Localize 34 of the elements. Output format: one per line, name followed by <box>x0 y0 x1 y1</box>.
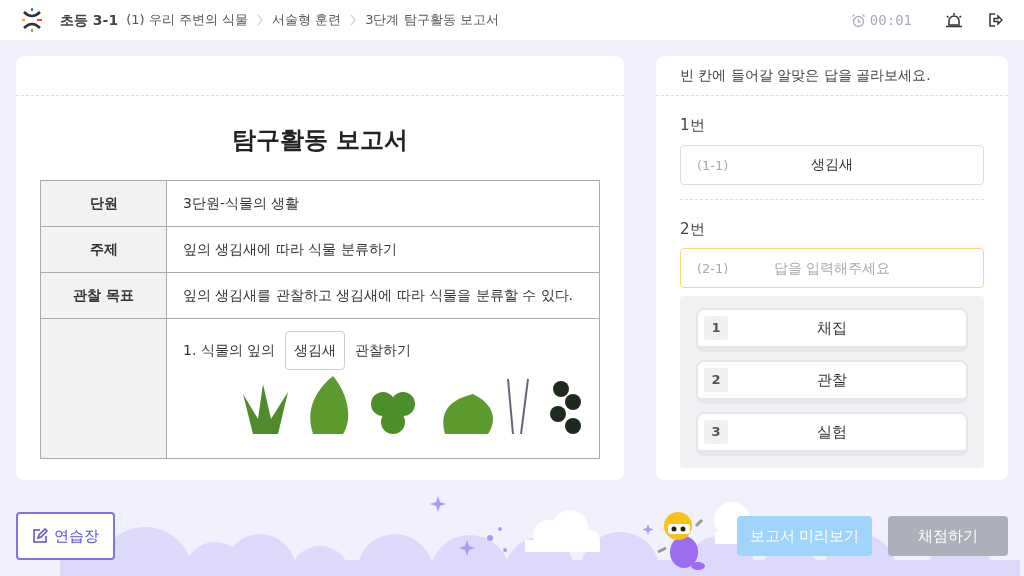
report-title: 탐구활동 보고서 <box>230 125 410 156</box>
blank-answer: 생김새 <box>285 331 346 370</box>
alarm-clock-icon <box>850 12 866 28</box>
edit-icon <box>32 528 48 544</box>
field-number: (1-1) <box>697 156 729 175</box>
breadcrumb-item[interactable]: (1) 우리 주변의 식물 <box>126 10 248 30</box>
siren-icon[interactable] <box>944 12 964 28</box>
option-number: 1 <box>704 316 728 340</box>
table-cell: 잎의 생김새에 따라 식물 분류하기 <box>166 226 600 273</box>
option-button[interactable]: 2 관찰 <box>696 360 968 404</box>
breadcrumb-item[interactable]: 3단계 탐구활동 보고서 <box>365 10 499 30</box>
grade-label: 초등 3-1 <box>60 10 119 30</box>
exit-icon[interactable] <box>988 12 1004 28</box>
table-cell: 잎의 생김새를 관찰하고 생김새에 따라 식물을 분류할 수 있다. <box>166 272 600 319</box>
chevron-icon <box>349 14 358 26</box>
question-label: 2번 <box>679 218 706 240</box>
notebook-button[interactable]: 연습장 <box>16 512 115 560</box>
question-label: 1번 <box>679 115 706 136</box>
breadcrumb-item[interactable]: 서술형 훈련 <box>272 10 342 30</box>
chevron-icon <box>256 14 264 26</box>
option-number: 3 <box>704 420 728 444</box>
observation-text: 관찰하기 <box>355 341 412 360</box>
option-button[interactable]: 3 실험 <box>696 412 968 456</box>
timer-text: 00:01 <box>869 10 912 30</box>
option-button[interactable]: 1 채집 <box>696 308 968 352</box>
observation-text: 1. 식물의 잎의 <box>183 341 276 360</box>
table-cell: 3단원-식물의 생활 <box>166 180 600 227</box>
field-number: (2-1) <box>697 260 729 278</box>
option-number: 2 <box>704 368 728 392</box>
table-header-cell: 관찰 목표 <box>40 272 167 319</box>
table-header-cell: 주제 <box>40 226 167 273</box>
table-header-cell: 단원 <box>40 180 167 227</box>
logo-icon[interactable] <box>20 8 44 32</box>
instruction-text: 빈 칸에 들어갈 알맞은 답을 골라보세요. <box>680 66 931 85</box>
